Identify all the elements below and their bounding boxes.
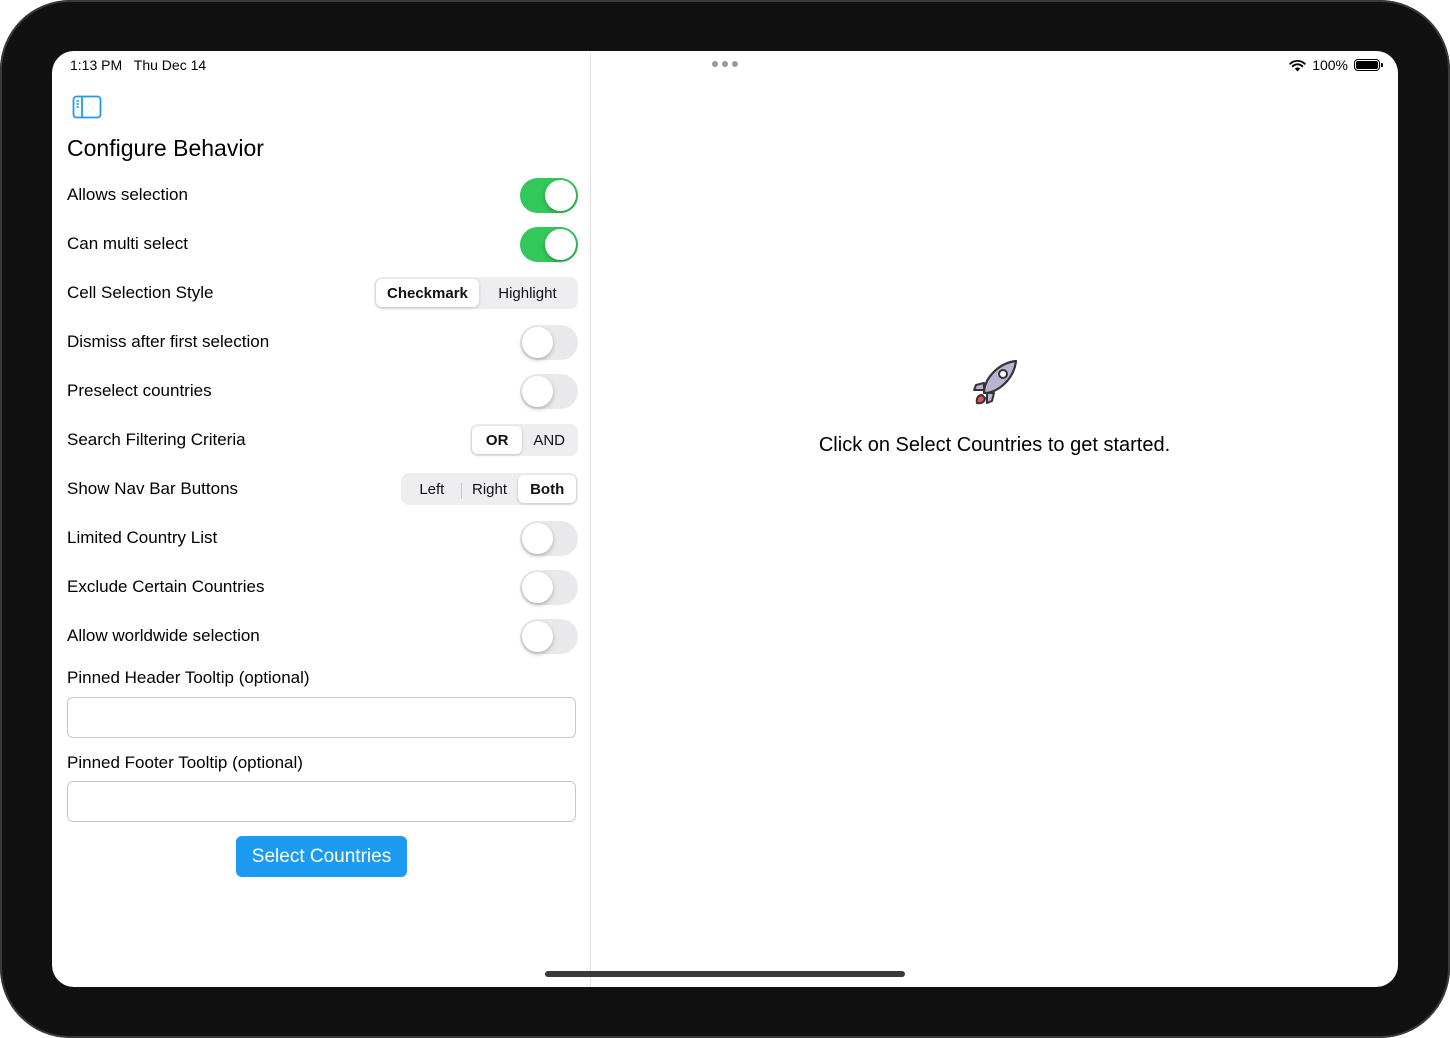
footer-tooltip-input[interactable] — [67, 781, 576, 822]
row-exclude-certain-countries: Exclude Certain Countries — [67, 567, 578, 607]
search-filtering-criteria-segmented: OR AND — [470, 424, 578, 456]
allow-worldwide-selection-switch[interactable] — [520, 618, 578, 654]
row-allows-selection: Allows selection — [67, 175, 578, 215]
can-multi-select-switch[interactable] — [520, 226, 578, 262]
row-search-filtering-criteria: Search Filtering Criteria OR AND — [67, 420, 578, 460]
page-title: Configure Behavior — [67, 135, 264, 161]
segment-checkmark[interactable]: Checkmark — [376, 279, 479, 307]
row-allow-worldwide-selection: Allow worldwide selection — [67, 616, 578, 656]
select-countries-button[interactable]: Select Countries — [236, 836, 407, 877]
row-label: Cell Selection Style — [67, 283, 214, 302]
limited-country-list-switch[interactable] — [520, 520, 578, 556]
row-can-multi-select: Can multi select — [67, 224, 578, 264]
sidebar: Configure Behavior Allows selection Can … — [52, 51, 591, 987]
row-label: Dismiss after first selection — [67, 332, 270, 351]
show-nav-bar-buttons-segmented: Left Right Both — [401, 473, 578, 505]
row-label: Limited Country List — [67, 528, 218, 547]
screen: 1:13 PM Thu Dec 14 100% Configure Behavi… — [52, 51, 1398, 987]
cell-selection-style-segmented: Checkmark Highlight — [374, 277, 578, 309]
row-label: Search Filtering Criteria — [67, 430, 246, 449]
footer-tooltip-label: Pinned Footer Tooltip (optional) — [67, 753, 303, 772]
header-tooltip-label: Pinned Header Tooltip (optional) — [67, 668, 310, 687]
preselect-countries-switch[interactable] — [520, 373, 578, 409]
row-preselect-countries: Preselect countries — [67, 371, 578, 411]
exclude-certain-countries-switch[interactable] — [520, 569, 578, 605]
allows-selection-switch[interactable] — [520, 177, 578, 213]
segment-highlight[interactable]: Highlight — [479, 279, 576, 307]
row-label: Preselect countries — [67, 381, 212, 400]
row-label: Allow worldwide selection — [67, 626, 260, 645]
segment-right[interactable]: Right — [460, 475, 519, 503]
segment-or[interactable]: OR — [472, 426, 523, 454]
sidebar-toggle-icon[interactable] — [72, 95, 102, 119]
empty-state-message: Click on Select Countries to get started… — [818, 434, 1171, 456]
segment-both[interactable]: Both — [518, 475, 577, 503]
detail-pane: Click on Select Countries to get started… — [591, 51, 1398, 987]
segment-left[interactable]: Left — [403, 475, 461, 503]
rocket-icon — [973, 359, 1018, 405]
segment-and[interactable]: AND — [522, 426, 576, 454]
row-cell-selection-style: Cell Selection Style Checkmark Highlight — [67, 273, 578, 313]
row-label: Exclude Certain Countries — [67, 577, 265, 596]
row-label: Allows selection — [67, 185, 188, 204]
row-limited-country-list: Limited Country List — [67, 518, 578, 558]
row-dismiss-after-first-selection: Dismiss after first selection — [67, 322, 578, 362]
row-show-nav-bar-buttons: Show Nav Bar Buttons Left Right Both — [67, 469, 578, 509]
row-label: Can multi select — [67, 234, 188, 253]
home-indicator[interactable] — [545, 971, 905, 977]
dismiss-after-first-selection-switch[interactable] — [520, 324, 578, 360]
row-label: Show Nav Bar Buttons — [67, 479, 239, 498]
header-tooltip-input[interactable] — [67, 697, 576, 738]
